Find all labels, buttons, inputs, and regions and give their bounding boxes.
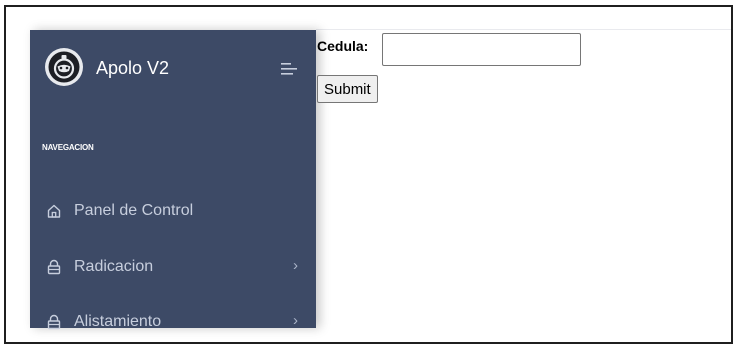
lock-icon — [47, 314, 61, 330]
nav-heading: NAVEGACION — [42, 143, 94, 152]
sidebar-item-radicacion[interactable]: Radicacion › — [42, 252, 304, 282]
sidebar-item-label: Radicacion — [74, 258, 154, 275]
lock-icon — [47, 259, 61, 275]
brand-name: Apolo V2 — [96, 58, 170, 78]
header-divider — [316, 29, 731, 30]
chevron-right-icon: › — [293, 257, 298, 274]
sidebar-item-label: Panel de Control — [74, 202, 194, 219]
logo-icon — [45, 48, 83, 86]
browser-viewport: Apolo V2 NAVEGACION Panel de Control Rad… — [4, 5, 733, 344]
sidebar: Apolo V2 NAVEGACION Panel de Control Rad… — [30, 30, 316, 330]
cedula-input[interactable] — [382, 33, 581, 66]
sidebar-item-label: Alistamiento — [74, 313, 162, 330]
submit-button[interactable]: Submit — [317, 75, 378, 103]
sidebar-item-panel-de-control[interactable]: Panel de Control — [42, 196, 304, 226]
menu-toggle-icon[interactable] — [281, 61, 301, 77]
brand[interactable]: Apolo V2 — [44, 47, 302, 91]
chevron-right-icon: › — [293, 312, 298, 329]
sidebar-item-alistamiento[interactable]: Alistamiento › — [42, 307, 304, 337]
home-icon — [47, 204, 61, 218]
cedula-label: Cedula: — [317, 38, 369, 54]
